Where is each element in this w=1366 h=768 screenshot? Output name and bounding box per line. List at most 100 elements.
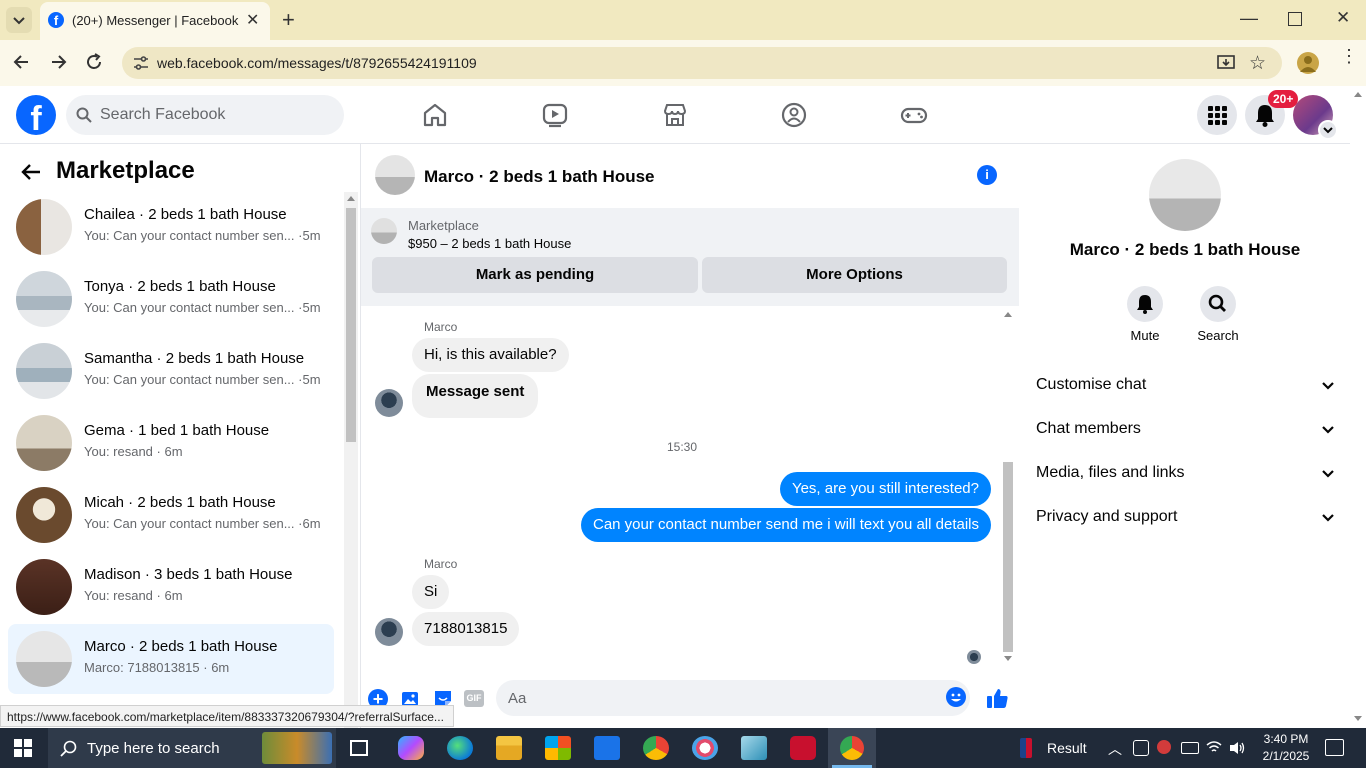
like-button[interactable] — [985, 686, 1009, 710]
mark-as-pending-button[interactable]: Mark as pending — [372, 257, 698, 293]
emoji-button[interactable] — [946, 687, 966, 707]
active-chrome-window[interactable] — [828, 728, 876, 768]
profile-avatar[interactable] — [1297, 52, 1319, 74]
bookmark-star-icon[interactable]: ☆ — [1249, 52, 1266, 75]
battery-icon[interactable] — [1181, 742, 1199, 754]
wifi-icon[interactable] — [1206, 740, 1222, 754]
nav-video[interactable] — [542, 102, 568, 128]
listing-thumbnail — [371, 218, 397, 244]
scroll-up-arrow[interactable] — [347, 196, 355, 201]
chat-avatar[interactable] — [375, 155, 415, 195]
facebook-search-input[interactable]: Search Facebook — [66, 95, 344, 135]
file-explorer-icon[interactable] — [496, 736, 522, 760]
customise-chat-section[interactable]: Customise chat — [1036, 376, 1336, 400]
browser-menu-icon[interactable]: ⋮ — [1340, 47, 1358, 65]
widget-result-text[interactable]: Result — [1047, 740, 1087, 756]
nav-gaming[interactable] — [900, 102, 928, 128]
incoming-message[interactable]: Hi, is this available? — [412, 338, 569, 372]
search-in-conversation-button[interactable] — [1200, 286, 1236, 322]
chat-scrollbar[interactable] — [1001, 308, 1015, 666]
scroll-down-arrow[interactable] — [1004, 656, 1012, 661]
tray-meet-icon[interactable] — [1133, 740, 1149, 756]
list-scrollbar[interactable] — [344, 192, 358, 728]
taskbar-search-box[interactable]: Type here to search — [48, 728, 336, 768]
copilot-app-icon[interactable] — [398, 736, 424, 760]
nba-widget-icon[interactable] — [1020, 738, 1032, 758]
outgoing-message[interactable]: Yes, are you still interested? — [779, 472, 991, 506]
recorder-app-icon[interactable] — [790, 736, 816, 760]
gif-button[interactable]: GIF — [464, 690, 484, 707]
media-files-links-section[interactable]: Media, files and links — [1036, 464, 1336, 488]
microsoft-store-icon[interactable] — [545, 736, 571, 760]
page-scrollbar[interactable] — [1350, 86, 1366, 728]
incoming-message[interactable]: Si — [412, 575, 450, 609]
listing-thumbnail — [16, 631, 72, 687]
incoming-message[interactable]: Message sent — [412, 374, 539, 418]
account-chevron-icon[interactable] — [1318, 120, 1338, 140]
listing-thumbnail — [16, 487, 72, 543]
chrome-browser-icon — [840, 736, 864, 760]
edge-browser-icon[interactable] — [447, 736, 473, 760]
more-options-button[interactable]: More Options — [702, 257, 1007, 293]
clock-date: 2/1/2025 — [1262, 749, 1310, 763]
taskbar-clock[interactable]: 3:40 PM 2/1/2025 — [1256, 731, 1316, 765]
conversation-item-active[interactable]: Marco · 2 beds 1 bath House Marco: 71880… — [8, 624, 334, 694]
nav-groups[interactable] — [781, 102, 807, 128]
nav-marketplace[interactable] — [662, 102, 688, 128]
conversation-item[interactable]: Micah · 2 beds 1 bath House You: Can you… — [8, 480, 334, 550]
listing-price[interactable]: $950 – 2 beds 1 bath House — [408, 236, 571, 251]
incoming-message[interactable]: 7188013815 — [412, 612, 520, 646]
conversation-item[interactable]: Madison · 3 beds 1 bath House You: resan… — [8, 552, 334, 622]
scroll-down-arrow[interactable] — [1354, 716, 1362, 721]
scroll-up-arrow[interactable] — [1354, 92, 1362, 97]
conversation-info-button[interactable]: i — [977, 165, 997, 185]
nav-home[interactable] — [422, 102, 448, 128]
sender-avatar[interactable] — [375, 618, 403, 646]
show-hidden-icons[interactable]: ︿ — [1108, 739, 1122, 759]
minimize-button[interactable]: — — [1240, 8, 1258, 29]
menu-button[interactable] — [1197, 95, 1237, 135]
conversation-item[interactable]: Chailea · 2 beds 1 bath House You: Can y… — [8, 192, 334, 262]
close-tab-icon[interactable]: ✕ — [246, 10, 259, 30]
outgoing-message[interactable]: Can your contact number send me i will t… — [580, 508, 991, 542]
chat-members-section[interactable]: Chat members — [1036, 420, 1336, 444]
listing-thumbnail — [16, 271, 72, 327]
message-input[interactable]: Aa — [496, 680, 970, 716]
scrollbar-thumb[interactable] — [1003, 462, 1013, 652]
conversation-item[interactable]: Gema · 1 bed 1 bath House You: resand · … — [8, 408, 334, 478]
scrollbar-thumb[interactable] — [346, 208, 356, 442]
site-info-icon[interactable] — [132, 55, 150, 71]
privacy-support-section[interactable]: Privacy and support — [1036, 508, 1336, 532]
conversation-item[interactable]: Samantha · 2 beds 1 bath House You: Can … — [8, 336, 334, 406]
back-button[interactable] — [12, 52, 32, 72]
install-app-icon[interactable] — [1217, 54, 1235, 72]
new-tab-button[interactable]: + — [282, 7, 295, 33]
paint-app-icon[interactable] — [692, 736, 718, 760]
message-timestamp: 15:30 — [667, 440, 698, 454]
back-arrow-button[interactable] — [20, 162, 42, 182]
mute-button[interactable] — [1127, 286, 1163, 322]
notepad-app-icon[interactable] — [741, 736, 767, 760]
tab-list-dropdown[interactable] — [6, 7, 32, 33]
sender-avatar[interactable] — [375, 389, 403, 417]
notification-center-icon[interactable] — [1325, 739, 1344, 756]
scroll-up-arrow[interactable] — [1004, 312, 1012, 317]
omnibox[interactable]: web.facebook.com/messages/t/879265542419… — [122, 47, 1282, 79]
task-view-icon[interactable] — [350, 740, 368, 756]
start-button[interactable] — [14, 739, 32, 757]
chrome-browser-icon[interactable] — [643, 736, 669, 760]
listing-thumbnail — [16, 343, 72, 399]
browser-tab[interactable]: f (20+) Messenger | Facebook ✕ — [40, 2, 270, 40]
facebook-logo-icon[interactable]: f — [16, 95, 56, 135]
chat-title[interactable]: Marco · 2 beds 1 bath House — [424, 167, 655, 187]
conversation-item[interactable]: Tonya · 2 beds 1 bath House You: Can you… — [8, 264, 334, 334]
reload-button[interactable] — [84, 52, 104, 72]
listing-banner: Marketplace $950 – 2 beds 1 bath House M… — [361, 208, 1019, 306]
details-avatar[interactable] — [1149, 159, 1221, 231]
restore-button[interactable] — [1288, 12, 1302, 26]
mail-app-icon[interactable] — [594, 736, 620, 760]
forward-button[interactable] — [48, 52, 68, 72]
volume-icon[interactable] — [1228, 740, 1246, 756]
close-window-button[interactable]: ✕ — [1336, 8, 1350, 28]
tray-app-icon[interactable] — [1157, 740, 1171, 754]
